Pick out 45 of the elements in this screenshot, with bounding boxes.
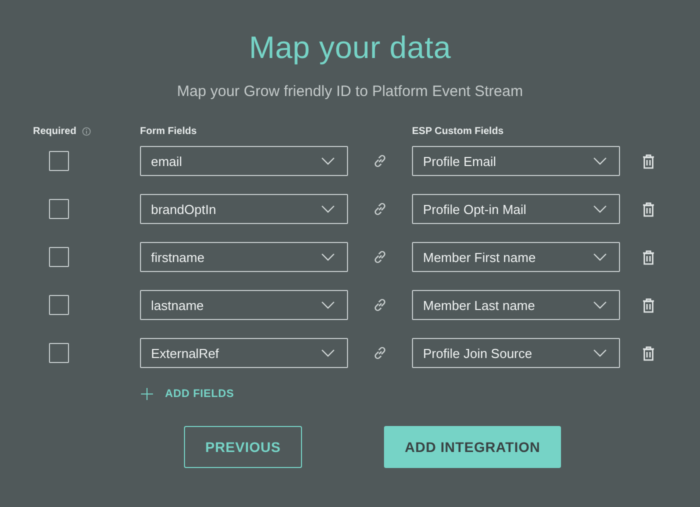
required-checkbox[interactable] — [49, 151, 69, 171]
chevron-down-icon — [321, 157, 335, 165]
chevron-down-icon — [593, 205, 607, 213]
required-checkbox[interactable] — [49, 247, 69, 267]
esp-field-dropdown[interactable]: Member First name — [412, 242, 620, 272]
trash-icon[interactable] — [642, 250, 654, 264]
required-checkbox[interactable] — [49, 199, 69, 219]
form-field-dropdown[interactable]: brandOptIn — [140, 194, 348, 224]
esp-field-dropdown[interactable]: Profile Opt-in Mail — [412, 194, 620, 224]
trash-icon[interactable] — [642, 154, 654, 168]
link-icon[interactable] — [372, 345, 388, 361]
chevron-down-icon — [321, 349, 335, 357]
required-checkbox[interactable] — [49, 295, 69, 315]
esp-field-dropdown[interactable]: Profile Email — [412, 146, 620, 176]
chevron-down-icon — [593, 157, 607, 165]
chevron-down-icon — [593, 349, 607, 357]
add-integration-button[interactable]: ADD INTEGRATION — [384, 426, 561, 468]
esp-field-dropdown[interactable]: Profile Join Source — [412, 338, 620, 368]
form-field-dropdown[interactable]: firstname — [140, 242, 348, 272]
link-icon[interactable] — [372, 297, 388, 313]
chevron-down-icon — [593, 301, 607, 309]
trash-icon[interactable] — [642, 202, 654, 216]
trash-icon[interactable] — [642, 298, 654, 312]
info-icon[interactable] — [82, 127, 92, 136]
link-icon[interactable] — [372, 201, 388, 217]
column-header: Required — [33, 126, 76, 137]
trash-icon[interactable] — [642, 346, 654, 360]
plus-icon[interactable] — [141, 388, 153, 400]
chevron-down-icon — [321, 301, 335, 309]
required-checkbox[interactable] — [49, 343, 69, 363]
previous-button[interactable]: PREVIOUS — [184, 426, 302, 468]
chevron-down-icon — [321, 205, 335, 213]
form-field-dropdown[interactable]: email — [140, 146, 348, 176]
chevron-down-icon — [321, 253, 335, 261]
link-icon[interactable] — [372, 249, 388, 265]
form-field-dropdown[interactable]: ExternalRef — [140, 338, 348, 368]
column-header: ESP Custom Fields — [412, 126, 505, 137]
form-field-dropdown[interactable]: lastname — [140, 290, 348, 320]
chevron-down-icon — [593, 253, 607, 261]
add-fields-link[interactable]: ADD FIELDS — [165, 388, 234, 400]
subtitle: Map your Grow friendly ID to Platform Event Stream — [176, 83, 524, 100]
page-title: Map your data — [248, 29, 452, 66]
link-icon[interactable] — [372, 153, 388, 169]
esp-field-dropdown[interactable]: Member Last name — [412, 290, 620, 320]
column-header: Form Fields — [140, 126, 198, 137]
